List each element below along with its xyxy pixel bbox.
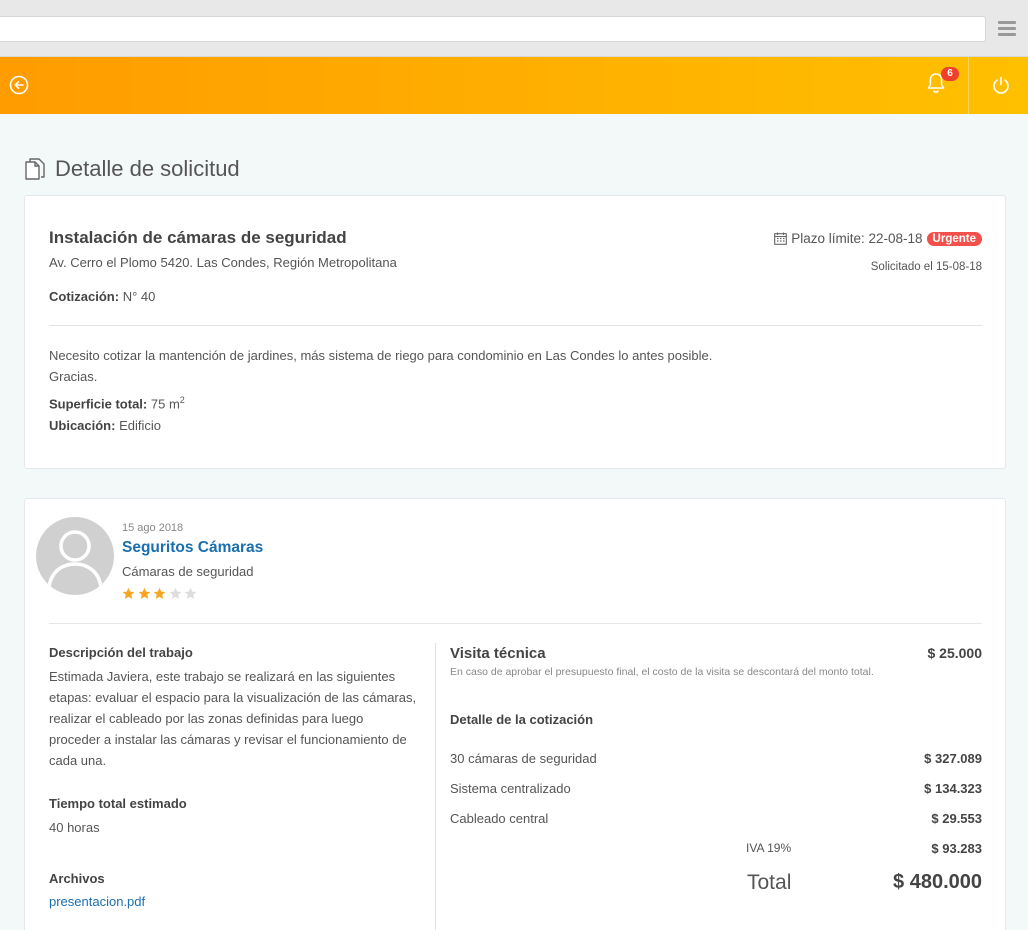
back-arrow-icon[interactable] <box>9 75 29 95</box>
divider <box>49 623 982 624</box>
requested-date: Solicitado el 15-08-18 <box>870 261 982 273</box>
document-icon <box>25 158 45 180</box>
description-heading: Descripción del trabajo <box>49 645 193 660</box>
request-card: Instalación de cámaras de seguridad Av. … <box>24 195 1006 469</box>
location-label: Ubicación: <box>49 418 116 433</box>
tax-row: IVA 19% $ 93.283 <box>450 841 982 859</box>
line-item-label: 30 cámaras de seguridad <box>450 751 597 766</box>
urgent-badge: Urgente <box>926 231 982 246</box>
tax-value: $ 93.283 <box>931 841 982 856</box>
line-item: Sistema centralizado $ 134.323 <box>450 781 982 799</box>
address-bar[interactable] <box>0 16 986 42</box>
deadline-text: Plazo límite: 22-08-18 <box>791 231 923 246</box>
quote-detail-heading: Detalle de la cotización <box>450 712 594 727</box>
visit-price: $ 25.000 <box>927 645 983 661</box>
request-title: Instalación de cámaras de seguridad <box>49 228 347 247</box>
total-label: Total <box>747 871 792 894</box>
technical-visit-row: Visita técnica $ 25.000 <box>450 645 982 665</box>
line-item-value: $ 29.553 <box>931 811 982 826</box>
visit-title: Visita técnica <box>450 645 546 662</box>
deadline: Plazo límite: 22-08-18 Urgente <box>774 231 982 246</box>
avatar <box>36 517 114 595</box>
line-item: Cableado central $ 29.553 <box>450 811 982 829</box>
file-link[interactable]: presentacion.pdf <box>49 894 145 909</box>
quote-label: Cotización: <box>49 289 120 304</box>
line-item-value: $ 327.089 <box>924 751 982 766</box>
provider-category: Cámaras de seguridad <box>122 564 254 579</box>
star-empty-icon <box>184 587 197 599</box>
menu-icon[interactable] <box>998 21 1016 37</box>
power-icon[interactable] <box>990 74 1012 96</box>
work-description: Estimada Javiera, este trabajo se realiz… <box>49 669 417 768</box>
star-filled-icon <box>122 587 135 599</box>
quote-number: Cotización: N° 40 <box>49 289 155 304</box>
area-unit-sup: 2 <box>179 395 185 405</box>
line-item: 30 cámaras de seguridad $ 327.089 <box>450 751 982 769</box>
area-label: Superficie total: <box>49 396 148 412</box>
time-heading: Tiempo total estimado <box>49 796 187 811</box>
total-row: Total $ 480.000 <box>450 871 982 899</box>
time-value: 40 horas <box>49 820 100 835</box>
quote-date: 15 ago 2018 <box>122 522 184 534</box>
column-divider <box>435 643 436 930</box>
divider <box>49 325 982 326</box>
header-divider <box>968 57 969 114</box>
notification-badge: 6 <box>941 67 959 81</box>
browser-toolbar <box>0 0 1028 57</box>
provider-name[interactable]: Seguritos Cámaras <box>122 539 263 557</box>
page-heading: Detalle de solicitud <box>24 154 240 184</box>
quote-value: N° 40 <box>122 289 156 304</box>
description-line: Gracias. <box>49 369 98 384</box>
line-item-label: Sistema centralizado <box>450 781 571 796</box>
calendar-icon <box>774 232 788 245</box>
star-empty-icon <box>169 587 181 599</box>
location: Ubicación: Edificio <box>49 418 161 433</box>
visit-note: En caso de aprobar el presupuesto final,… <box>450 666 874 678</box>
quote-card: 15 ago 2018 Seguritos Cámaras Cámaras de… <box>24 498 1006 930</box>
work-details: Descripción del trabajo Estimada Javiera… <box>49 645 417 925</box>
line-item-label: Cableado central <box>450 811 549 826</box>
page-title: Detalle de solicitud <box>55 156 240 181</box>
line-item-value: $ 134.323 <box>924 781 982 796</box>
notifications-button[interactable]: 6 <box>925 67 959 99</box>
total-value: $ 480.000 <box>893 871 982 893</box>
request-address: Av. Cerro el Plomo 5420. Las Condes, Reg… <box>49 255 397 270</box>
tax-label: IVA 19% <box>746 841 792 855</box>
surface-area: Superficie total: 75 m2 <box>49 395 185 411</box>
avatar-placeholder-icon <box>47 530 103 588</box>
app-header: 6 <box>0 57 1028 114</box>
star-filled-icon <box>138 587 150 599</box>
star-filled-icon <box>153 587 166 599</box>
location-value: Edificio <box>119 418 162 433</box>
area-value: 75 m <box>150 396 180 412</box>
quote-breakdown: Visita técnica $ 25.000 En caso de aprob… <box>450 645 982 905</box>
rating-stars <box>122 587 200 600</box>
description-line: Necesito cotizar la mantención de jardin… <box>49 348 713 363</box>
request-description: Necesito cotizar la mantención de jardin… <box>49 345 809 387</box>
files-heading: Archivos <box>49 871 105 886</box>
